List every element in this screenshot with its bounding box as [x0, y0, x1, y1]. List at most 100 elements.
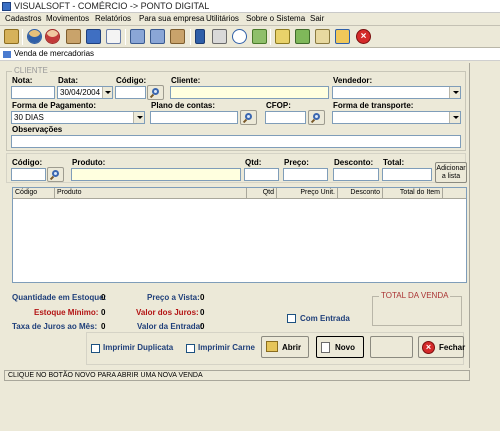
valor-entrada-value: 0: [200, 322, 205, 331]
col-desconto[interactable]: Desconto: [338, 188, 383, 199]
desconto-field[interactable]: [333, 168, 379, 181]
adicionar-lista-button[interactable]: Adicionar a lista: [435, 162, 467, 183]
child-window-title-bar: Venda de mercadorias: [0, 48, 500, 61]
menu-utilitarios[interactable]: Utilitários: [206, 14, 239, 23]
qtd-estoque-value: 0: [101, 293, 106, 302]
valor-entrada-label: Valor da Entrada:: [137, 322, 203, 331]
chevron-down-icon[interactable]: [133, 112, 144, 123]
novo-button[interactable]: Novo: [316, 336, 364, 358]
forma-pagamento-select[interactable]: 30 DIAS: [11, 111, 145, 124]
document-icon[interactable]: [106, 29, 121, 44]
abrir-button[interactable]: Abrir: [261, 336, 309, 358]
produto-label: Produto:: [72, 158, 106, 167]
box-icon[interactable]: [66, 29, 81, 44]
cliente-group-legend: CLIENTE: [12, 66, 50, 75]
qtd-estoque-label: Quantidade em Estoque:: [12, 293, 107, 302]
printer-icon[interactable]: [212, 29, 227, 44]
users-icon[interactable]: [27, 29, 42, 44]
tools-icon[interactable]: [252, 29, 267, 44]
vendedor-label: Vendedor:: [333, 76, 373, 85]
forma-pagamento-value: 30 DIAS: [14, 113, 44, 122]
close-icon[interactable]: ×: [356, 29, 371, 44]
exit-door-icon[interactable]: [4, 29, 19, 44]
search-icon-handle: [310, 118, 316, 124]
fechar-label: Fechar: [439, 343, 466, 352]
observacoes-field[interactable]: [11, 135, 461, 148]
chevron-down-icon[interactable]: [449, 112, 460, 123]
menu-cadastros[interactable]: Cadastros: [5, 14, 41, 23]
codigo-cliente-label: Código:: [116, 76, 147, 85]
note-icon[interactable]: [315, 29, 330, 44]
cliente-field[interactable]: [170, 86, 329, 99]
total-field[interactable]: [382, 168, 432, 181]
truck-icon[interactable]: [150, 29, 165, 44]
col-total-item[interactable]: Total do Item: [383, 188, 443, 199]
status-text: CLIQUE NO BOTÃO NOVO PARA ABRIR UMA NOVA…: [8, 372, 203, 379]
search-plano-contas-button[interactable]: [240, 110, 257, 125]
title-bar: VISUALSOFT - COMÉRCIO -> PONTO DIGITAL: [0, 0, 500, 13]
search-cfop-button[interactable]: [308, 110, 325, 125]
forma-transporte-select[interactable]: [332, 111, 461, 124]
person-icon[interactable]: [195, 29, 205, 44]
items-grid[interactable]: Código Produto Qtd Preço Unit. Desconto …: [12, 187, 467, 283]
col-produto[interactable]: Produto: [55, 188, 247, 199]
keys-icon[interactable]: [275, 29, 290, 44]
menu-bar: Cadastros Movimentos Relatórios Para sua…: [0, 13, 500, 26]
cube-icon[interactable]: [86, 29, 101, 44]
status-bar: CLIQUE NO BOTÃO NOVO PARA ABRIR UMA NOVA…: [4, 370, 470, 381]
fechar-button[interactable]: × Fechar: [418, 336, 466, 358]
estoque-minimo-value: 0: [101, 308, 106, 317]
search-produto-button[interactable]: [47, 167, 64, 182]
preco-vista-label: Preço a Vista:: [147, 293, 200, 302]
money-icon[interactable]: [295, 29, 310, 44]
codigo-produto-field[interactable]: [11, 168, 46, 181]
menu-para-sua-empresa[interactable]: Para sua empresa: [139, 14, 204, 23]
imprimir-carne-label: Imprimir Carne: [198, 343, 255, 352]
col-qtd[interactable]: Qtd: [247, 188, 277, 199]
col-codigo[interactable]: Código: [13, 188, 55, 199]
imprimir-duplicata-checkbox[interactable]: [91, 344, 100, 353]
window-title: VISUALSOFT - COMÉRCIO -> PONTO DIGITAL: [14, 1, 210, 11]
menu-movimentos[interactable]: Movimentos: [46, 14, 89, 23]
cfop-field[interactable]: [265, 111, 306, 124]
valor-juros-value: 0: [200, 308, 205, 317]
toolbar-separator: [125, 29, 126, 45]
data-label: Data:: [58, 76, 79, 85]
total-venda-label: TOTAL DA VENDA: [379, 291, 451, 300]
taxa-juros-value: 0: [101, 322, 106, 331]
qtd-label: Qtd:: [245, 158, 262, 167]
tags-icon[interactable]: [335, 29, 350, 44]
forma-pagamento-label: Forma de Pagamento:: [12, 101, 97, 110]
chevron-down-icon[interactable]: [449, 87, 460, 98]
data-field[interactable]: 30/04/2004: [57, 86, 113, 99]
menu-sobre-o-sistema[interactable]: Sobre o Sistema: [246, 14, 305, 23]
chat-icon[interactable]: [232, 29, 247, 44]
com-entrada-checkbox[interactable]: [287, 314, 296, 323]
total-label: Total:: [383, 158, 405, 167]
blank-button[interactable]: [370, 336, 413, 358]
date-picker-icon[interactable]: [102, 87, 112, 98]
col-preco-unit[interactable]: Preço Unit.: [277, 188, 338, 199]
nota-field[interactable]: [11, 86, 55, 99]
preco-field[interactable]: [283, 168, 328, 181]
truck-icon[interactable]: [130, 29, 145, 44]
toolbar: ×: [0, 26, 500, 48]
menu-sair[interactable]: Sair: [310, 14, 324, 23]
menu-relatorios[interactable]: Relatórios: [95, 14, 131, 23]
com-entrada-label: Com Entrada: [300, 314, 350, 323]
produto-field[interactable]: [71, 168, 241, 181]
desconto-label: Desconto:: [334, 158, 374, 167]
sale-form: CLIENTE Nota: Data: 30/04/2004 Código: C…: [4, 63, 470, 368]
toolbar-separator: [190, 29, 191, 45]
vendedor-select[interactable]: [332, 86, 461, 99]
user-icon[interactable]: [45, 29, 60, 44]
plano-contas-field[interactable]: [150, 111, 238, 124]
qtd-field[interactable]: [244, 168, 279, 181]
search-cliente-button[interactable]: [147, 85, 164, 100]
codigo-cliente-field[interactable]: [115, 86, 146, 99]
package-icon[interactable]: [170, 29, 185, 44]
imprimir-duplicata-label: Imprimir Duplicata: [103, 343, 174, 352]
imprimir-carne-checkbox[interactable]: [186, 344, 195, 353]
nota-label: Nota:: [12, 76, 33, 85]
taxa-juros-label: Taxa de Juros ao Mês:: [12, 322, 98, 331]
